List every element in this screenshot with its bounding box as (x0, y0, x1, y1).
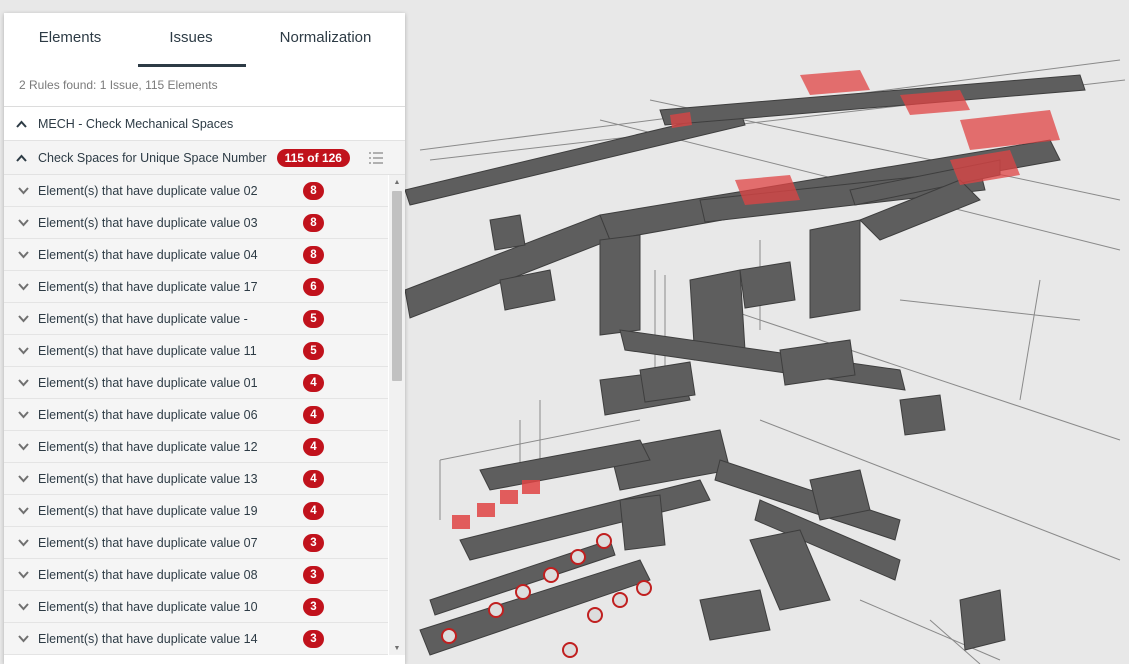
rule-label: Check Spaces for Unique Space Number (38, 150, 267, 165)
chevron-down-icon[interactable] (16, 568, 30, 582)
list-item[interactable]: Element(s) that have duplicate value 07 … (4, 527, 388, 559)
list-item[interactable]: Element(s) that have duplicate value 03 … (4, 207, 388, 239)
chevron-down-icon[interactable] (16, 216, 30, 230)
list-item-label: Element(s) that have duplicate value 10 (38, 599, 258, 614)
chevron-down-icon[interactable] (16, 248, 30, 262)
list-item[interactable]: Element(s) that have duplicate value 08 … (4, 559, 388, 591)
rules-summary: 2 Rules found: 1 Issue, 115 Elements (4, 67, 405, 107)
issues-panel: Elements Issues Normalization 2 Rules fo… (4, 13, 405, 664)
rule-group-header[interactable]: MECH - Check Mechanical Spaces (4, 107, 405, 141)
tab-issues[interactable]: Issues (136, 13, 246, 67)
count-badge: 4 (303, 469, 324, 488)
tab-bar: Elements Issues Normalization (4, 13, 405, 67)
count-badge: 8 (303, 245, 324, 264)
list-item-label: Element(s) that have duplicate value 02 (38, 183, 258, 198)
list-item-label: Element(s) that have duplicate value 06 (38, 407, 258, 422)
count-badge: 6 (303, 277, 324, 296)
count-badge: 3 (303, 597, 324, 616)
list-item-label: Element(s) that have duplicate value - (38, 311, 248, 326)
list-item-label: Element(s) that have duplicate value 08 (38, 567, 258, 582)
tab-elements[interactable]: Elements (4, 13, 136, 67)
list-item[interactable]: Element(s) that have duplicate value 06 … (4, 399, 388, 431)
list-icon[interactable] (369, 151, 383, 164)
count-badge: 4 (303, 373, 324, 392)
list-item[interactable]: Element(s) that have duplicate value 12 … (4, 431, 388, 463)
list-item[interactable]: Element(s) that have duplicate value 04 … (4, 239, 388, 271)
count-badge: 3 (303, 565, 324, 584)
count-badge: 4 (303, 501, 324, 520)
scroll-down-arrow-icon[interactable]: ▼ (389, 641, 405, 655)
scroll-up-arrow-icon[interactable]: ▲ (389, 175, 405, 189)
chevron-down-icon[interactable] (16, 472, 30, 486)
chevron-down-icon[interactable] (16, 376, 30, 390)
list-item[interactable]: Element(s) that have duplicate value - 5 (4, 303, 388, 335)
list-item[interactable]: Element(s) that have duplicate value 13 … (4, 463, 388, 495)
chevron-down-icon[interactable] (16, 440, 30, 454)
scroll-thumb[interactable] (392, 191, 402, 381)
element-list: Element(s) that have duplicate value 02 … (4, 175, 405, 655)
list-item-label: Element(s) that have duplicate value 14 (38, 631, 258, 646)
chevron-down-icon[interactable] (16, 632, 30, 646)
scrollbar[interactable]: ▲ ▼ (389, 175, 405, 655)
count-badge: 8 (303, 213, 324, 232)
list-item-label: Element(s) that have duplicate value 19 (38, 503, 258, 518)
count-badge: 4 (303, 437, 324, 456)
list-item[interactable]: Element(s) that have duplicate value 01 … (4, 367, 388, 399)
list-item-label: Element(s) that have duplicate value 07 (38, 535, 258, 550)
list-item-label: Element(s) that have duplicate value 11 (38, 343, 257, 358)
count-badge: 3 (303, 629, 324, 648)
rule-header[interactable]: Check Spaces for Unique Space Number 115… (4, 141, 405, 175)
chevron-down-icon[interactable] (16, 600, 30, 614)
count-badge: 8 (303, 181, 324, 200)
list-item-label: Element(s) that have duplicate value 13 (38, 471, 258, 486)
count-badge: 4 (303, 405, 324, 424)
count-badge: 5 (303, 341, 324, 360)
list-item[interactable]: Element(s) that have duplicate value 11 … (4, 335, 388, 367)
list-item-label: Element(s) that have duplicate value 17 (38, 279, 258, 294)
list-item-label: Element(s) that have duplicate value 12 (38, 439, 258, 454)
issue-count-badge: 115 of 126 (276, 148, 350, 167)
chevron-up-icon[interactable] (14, 117, 28, 131)
list-item-label: Element(s) that have duplicate value 01 (38, 375, 258, 390)
chevron-down-icon[interactable] (16, 408, 30, 422)
list-item[interactable]: Element(s) that have duplicate value 17 … (4, 271, 388, 303)
count-badge: 3 (303, 533, 324, 552)
list-item[interactable]: Element(s) that have duplicate value 02 … (4, 175, 388, 207)
chevron-down-icon[interactable] (16, 344, 30, 358)
chevron-up-icon[interactable] (14, 151, 28, 165)
chevron-down-icon[interactable] (16, 312, 30, 326)
tab-normalization[interactable]: Normalization (246, 13, 405, 67)
list-item-label: Element(s) that have duplicate value 04 (38, 247, 258, 262)
count-badge: 5 (303, 309, 324, 328)
list-item[interactable]: Element(s) that have duplicate value 10 … (4, 591, 388, 623)
chevron-down-icon[interactable] (16, 536, 30, 550)
chevron-down-icon[interactable] (16, 504, 30, 518)
rule-group-label: MECH - Check Mechanical Spaces (38, 116, 234, 131)
chevron-down-icon[interactable] (16, 280, 30, 294)
chevron-down-icon[interactable] (16, 184, 30, 198)
list-item[interactable]: Element(s) that have duplicate value 19 … (4, 495, 388, 527)
list-item[interactable]: Element(s) that have duplicate value 14 … (4, 623, 388, 655)
list-item-label: Element(s) that have duplicate value 03 (38, 215, 258, 230)
